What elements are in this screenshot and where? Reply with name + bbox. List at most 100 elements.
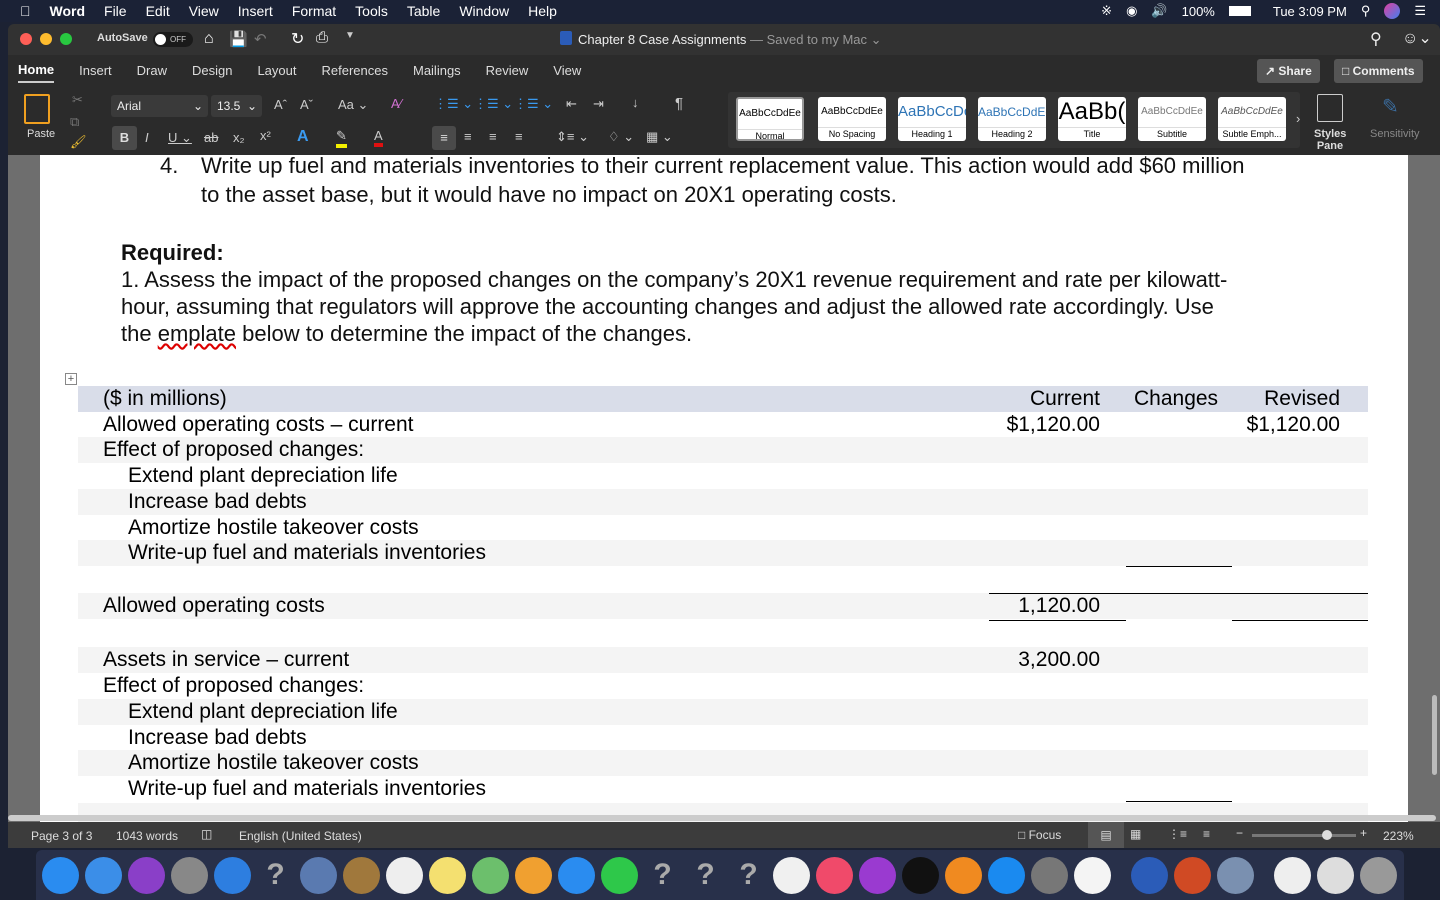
app-store-icon[interactable] [988, 856, 1025, 894]
podcasts-icon[interactable] [859, 856, 896, 894]
print-icon[interactable]: ⎙ [316, 29, 328, 46]
style-heading-2[interactable]: AaBbCcDdEe Heading 2 [978, 97, 1046, 141]
increase-indent-icon[interactable]: ⇥ [593, 96, 604, 112]
shading-icon[interactable]: ♢ ⌄ [608, 129, 634, 145]
close-button[interactable] [20, 33, 32, 45]
menu-table[interactable]: Table [407, 3, 440, 19]
menu-format[interactable]: Format [292, 3, 336, 19]
photos-icon[interactable] [515, 856, 552, 894]
align-center-button[interactable]: ≡ [464, 129, 472, 144]
language[interactable]: English (United States) [239, 829, 362, 843]
bluetooth-icon[interactable]: ※ [1101, 3, 1112, 19]
shrink-font-icon[interactable]: Aˇ [300, 97, 313, 112]
grow-font-icon[interactable]: Aˆ [274, 97, 287, 112]
unknown-app-icon[interactable]: ? [644, 857, 681, 894]
subscript-button[interactable]: x₂ [233, 130, 245, 145]
messages-icon[interactable] [42, 856, 79, 894]
vertical-scrollbar[interactable] [1432, 695, 1437, 775]
autosave-toggle[interactable]: OFF [153, 32, 193, 47]
sort-icon[interactable]: ↓ [632, 95, 639, 110]
notes-icon[interactable] [429, 856, 466, 894]
zoom-out-button[interactable]: − [1236, 826, 1243, 840]
styles-pane-icon[interactable] [1317, 94, 1343, 122]
change-case-icon[interactable]: Aa ⌄ [338, 97, 368, 113]
unknown-app-icon[interactable]: ? [257, 857, 294, 894]
italic-button[interactable]: I [145, 130, 149, 145]
word-icon[interactable] [1131, 856, 1168, 894]
zoom-in-button[interactable]: + [1360, 826, 1367, 840]
font-color-icon[interactable]: A [374, 128, 383, 147]
tv-icon[interactable] [902, 856, 939, 894]
battery-percent[interactable]: 100% [1182, 4, 1215, 19]
superscript-button[interactable]: x² [260, 128, 271, 143]
print-layout-icon[interactable]: ▤ [1088, 822, 1124, 848]
search-icon[interactable]: ⚲ [1370, 29, 1382, 49]
maps-icon[interactable] [472, 856, 509, 894]
document-title[interactable]: Chapter 8 Case Assignments — Saved to my… [578, 32, 882, 48]
powerpoint-icon[interactable] [1174, 856, 1211, 894]
music-icon[interactable] [816, 856, 853, 894]
tab-draw[interactable]: Draw [137, 59, 167, 82]
style-title[interactable]: AaBb(Title [1058, 97, 1126, 141]
menu-window[interactable]: Window [459, 3, 509, 19]
tab-references[interactable]: References [322, 59, 388, 82]
trash-icon[interactable] [1360, 856, 1397, 894]
tab-view[interactable]: View [553, 59, 581, 82]
share-button[interactable]: ↗ Share [1257, 59, 1320, 83]
web-layout-icon[interactable]: ▦ [1130, 827, 1141, 841]
format-painter-icon[interactable]: 🖌 [70, 134, 87, 150]
text-effects-icon[interactable]: A [297, 128, 309, 146]
menu-insert[interactable]: Insert [238, 3, 273, 19]
zoom-button[interactable] [60, 33, 72, 45]
reminders-icon[interactable] [1074, 856, 1111, 894]
multilevel-list-icon[interactable]: ⋮☰ ⌄ [514, 96, 553, 112]
draft-icon[interactable]: ≡ [1203, 827, 1210, 841]
save-icon[interactable]: 💾 [229, 30, 248, 48]
books-icon[interactable] [945, 856, 982, 894]
calendar-icon[interactable] [386, 856, 423, 894]
strikethrough-button[interactable]: ab [204, 130, 218, 145]
word-count[interactable]: 1043 words [116, 829, 178, 843]
underline-button[interactable]: U ⌄ [168, 130, 192, 146]
page-count[interactable]: Page 3 of 3 [31, 829, 92, 843]
unknown-app-icon[interactable]: ? [730, 857, 767, 894]
paste-label[interactable]: Paste [27, 128, 55, 140]
undo-icon[interactable]: ↶ [254, 30, 267, 48]
menu-help[interactable]: Help [528, 3, 557, 19]
feedback-smiley-icon[interactable]: ☺⌄ [1402, 28, 1432, 48]
tab-mailings[interactable]: Mailings [413, 59, 461, 82]
home-icon[interactable]: ⌂ [204, 30, 214, 48]
focus-button[interactable]: □ Focus [1018, 828, 1061, 842]
tab-review[interactable]: Review [486, 59, 529, 82]
document-icon[interactable] [1274, 856, 1311, 894]
menu-tools[interactable]: Tools [355, 3, 388, 19]
sensitivity-label[interactable]: Sensitivity [1370, 128, 1420, 140]
paste-icon[interactable] [24, 94, 50, 124]
borders-icon[interactable]: ▦ ⌄ [646, 129, 673, 145]
preview-icon[interactable] [300, 856, 337, 894]
redo-icon[interactable]: ↻ [291, 29, 304, 49]
siri-icon[interactable] [128, 856, 165, 894]
bullets-icon[interactable]: ⋮☰ ⌄ [434, 96, 473, 112]
system-preferences-icon[interactable] [1031, 856, 1068, 894]
siri-icon[interactable] [1384, 3, 1401, 19]
spotlight-icon[interactable]: ⚲ [1361, 3, 1371, 19]
style-heading-1[interactable]: AaBbCcDc Heading 1 [898, 97, 966, 141]
clock[interactable]: Tue 3:09 PM [1273, 4, 1347, 19]
messages-icon[interactable] [558, 856, 595, 894]
menu-view[interactable]: View [189, 3, 219, 19]
decrease-indent-icon[interactable]: ⇤ [566, 96, 577, 112]
spelling-error[interactable]: emplate [158, 321, 236, 346]
font-name-select[interactable]: Arial ⌄ [111, 95, 208, 117]
unknown-app-icon[interactable]: ? [687, 857, 724, 894]
volume-icon[interactable]: 🔊 [1151, 3, 1167, 19]
contacts-icon[interactable] [343, 856, 380, 894]
bold-button[interactable]: B [112, 126, 137, 150]
safari-icon[interactable] [214, 856, 251, 894]
justify-button[interactable]: ≡ [515, 129, 523, 144]
tab-insert[interactable]: Insert [79, 59, 112, 82]
show-formatting-icon[interactable]: ¶ [675, 95, 683, 112]
wifi-icon[interactable]: ◉ [1126, 3, 1137, 19]
menu-app[interactable]: Word [50, 3, 86, 19]
comments-button[interactable]: □ Comments [1334, 59, 1423, 83]
